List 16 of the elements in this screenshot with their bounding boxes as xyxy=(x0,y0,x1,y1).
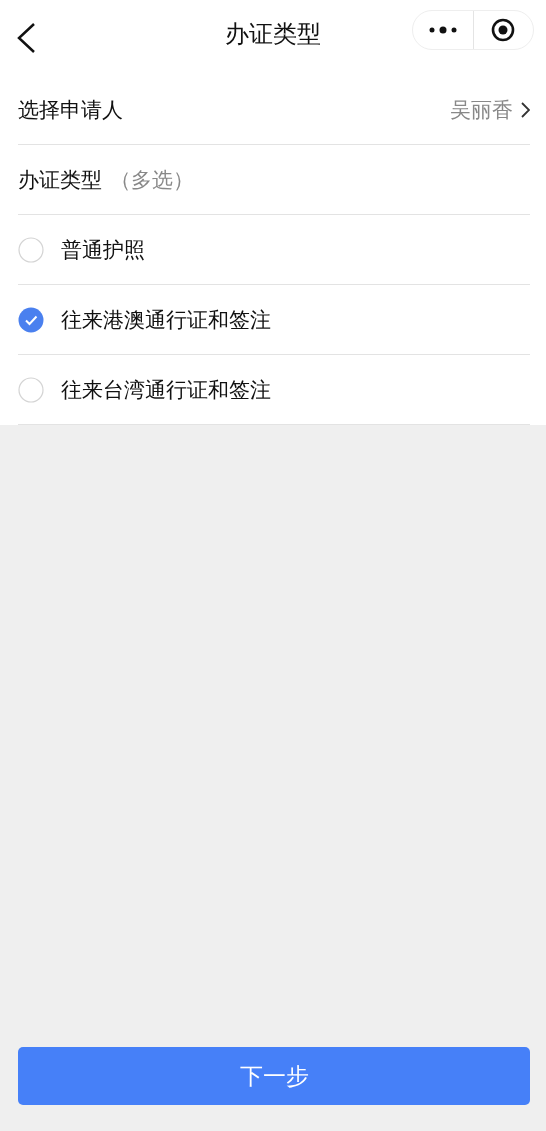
hint-text: （多选） xyxy=(110,166,194,194)
page-title: 办证类型 xyxy=(225,20,321,48)
checkbox[interactable] xyxy=(18,376,44,403)
section-label: 办证类型 xyxy=(18,166,102,194)
checkbox[interactable] xyxy=(18,236,44,263)
next-button[interactable]: 下一步 xyxy=(18,1047,530,1105)
field-label: 选择申请人 xyxy=(18,96,123,124)
applicant-picker[interactable]: 吴丽香 xyxy=(450,95,530,124)
checkbox[interactable] xyxy=(18,306,44,333)
option-label[interactable]: 往来台湾通行证和签注 xyxy=(61,375,271,404)
option-label[interactable]: 往来港澳通行证和签注 xyxy=(61,305,271,334)
chevron-right-icon xyxy=(521,101,530,118)
target-icon[interactable] xyxy=(491,18,516,42)
back-icon[interactable] xyxy=(16,22,36,54)
more-icon[interactable] xyxy=(428,26,457,34)
option-label[interactable]: 普通护照 xyxy=(61,235,145,264)
